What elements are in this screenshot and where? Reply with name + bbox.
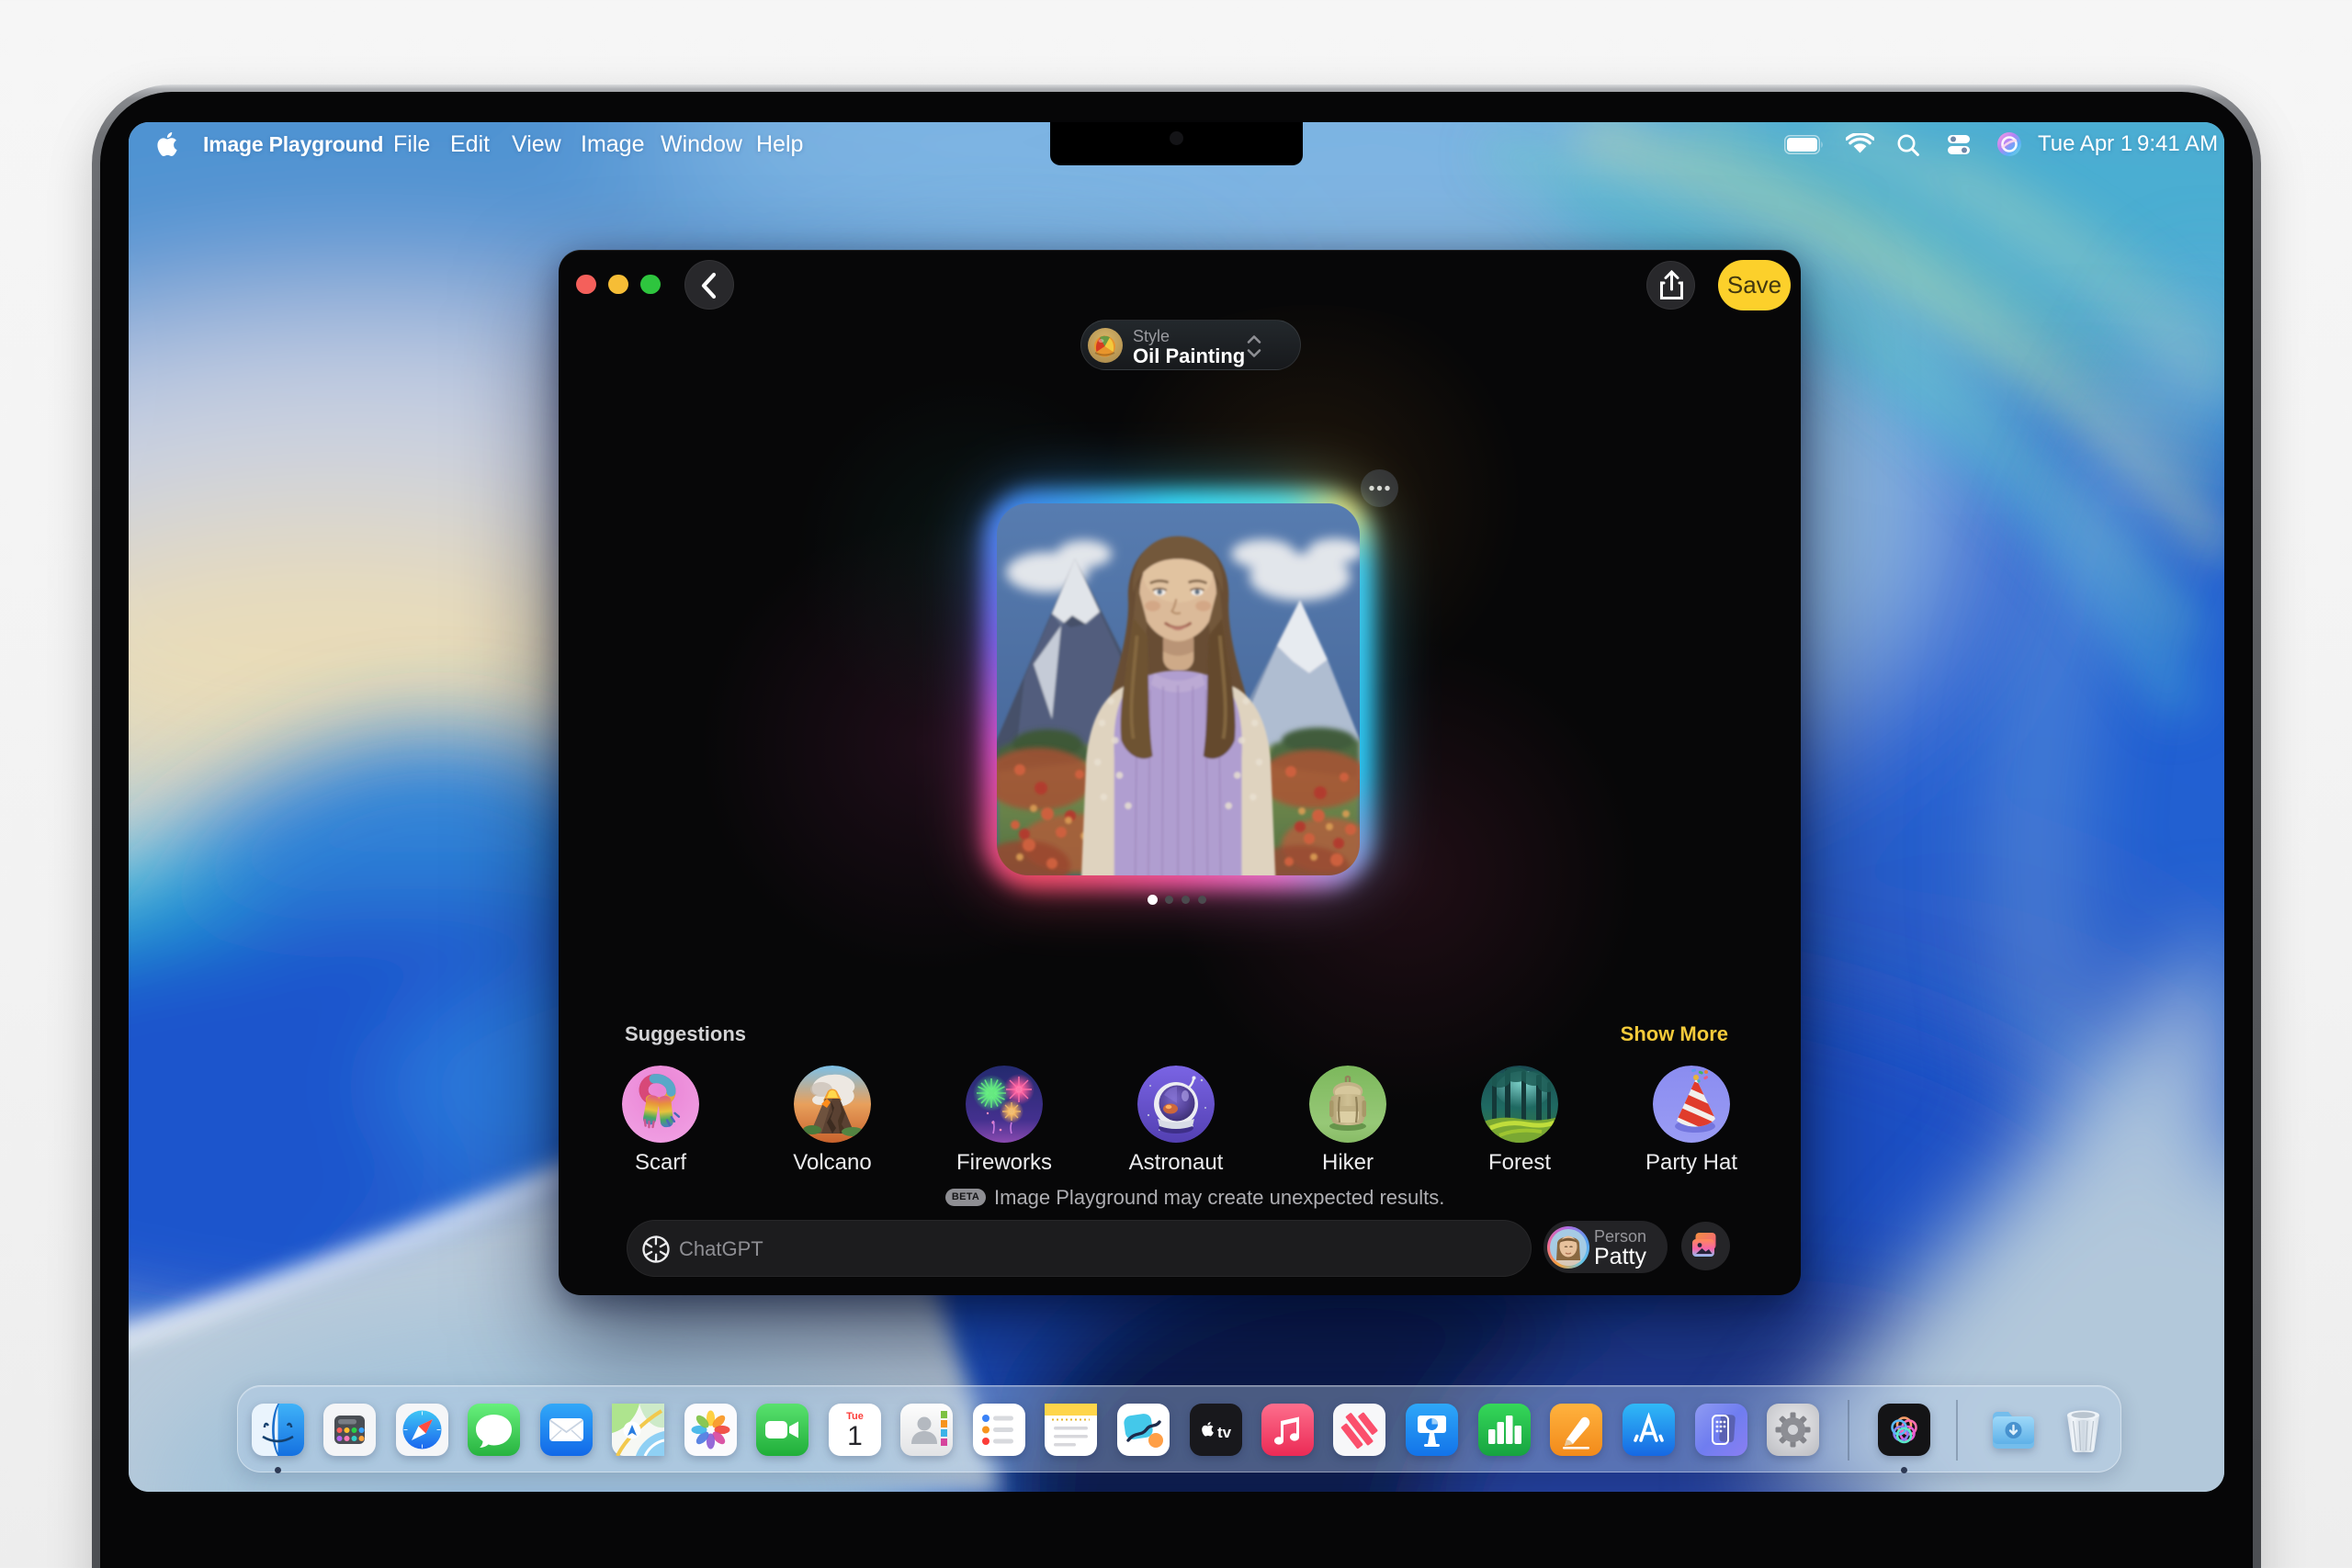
- svg-text:1: 1: [847, 1421, 863, 1451]
- svg-text:tv: tv: [1217, 1424, 1232, 1441]
